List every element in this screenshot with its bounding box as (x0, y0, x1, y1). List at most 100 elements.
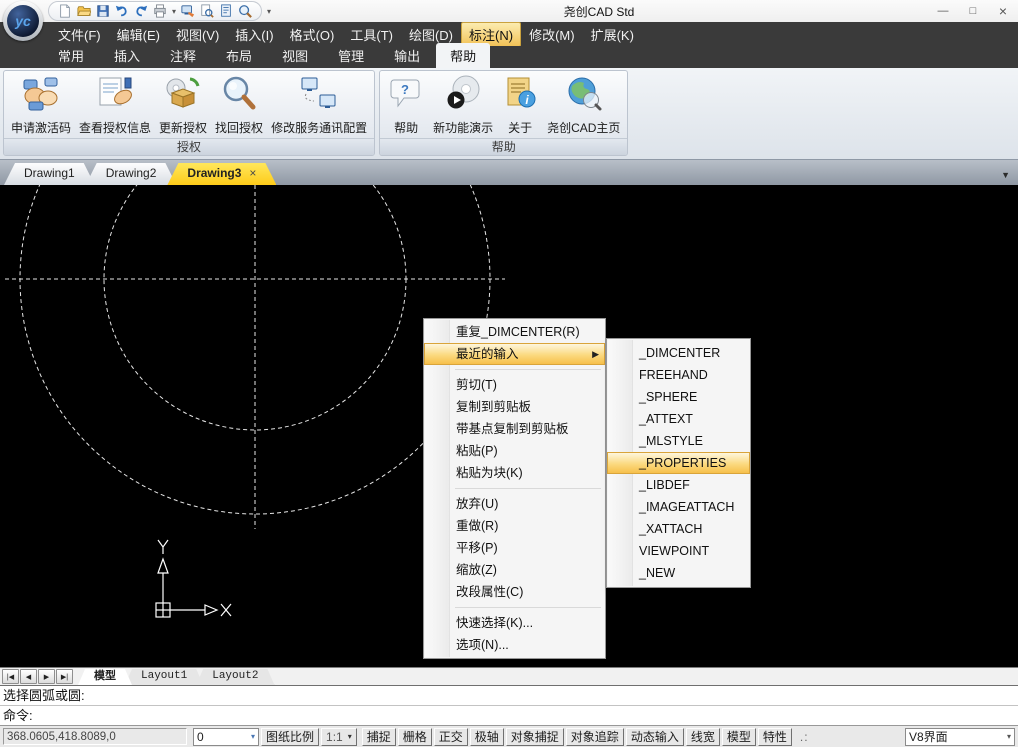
drawing-tab[interactable]: Drawing2 (86, 163, 177, 185)
about-button[interactable]: i 关于 (497, 72, 543, 138)
scale-dropdown[interactable]: 1:1 ▾ (321, 728, 357, 746)
submenu-item[interactable]: _IMAGEATTACH (607, 496, 750, 518)
coordinates-readout[interactable]: 368.0605,418.8089,0 (3, 728, 187, 745)
context-menu-item[interactable]: 粘贴(P) (424, 440, 605, 462)
print-dropdown-icon[interactable]: ▾ (172, 7, 176, 16)
submenu-item[interactable]: _NEW (607, 562, 750, 584)
submenu-item[interactable]: FREEHAND (607, 364, 750, 386)
submenu-item[interactable]: VIEWPOINT (607, 540, 750, 562)
preview-icon[interactable] (200, 4, 214, 18)
minimize-button[interactable]: — (928, 1, 958, 22)
app-logo[interactable]: yc (3, 1, 43, 41)
print-icon[interactable] (153, 4, 167, 18)
submenu-item[interactable]: _XATTACH (607, 518, 750, 540)
demo-disc-icon (444, 75, 482, 113)
submenu-item[interactable]: _DIMCENTER (607, 342, 750, 364)
homepage-button[interactable]: 尧创CAD主页 (543, 72, 624, 138)
menu-item[interactable]: 扩展(K) (583, 22, 642, 47)
chevron-down-icon: ▾ (1007, 732, 1011, 741)
chevron-down-icon: ▾ (251, 732, 255, 741)
context-menu-item[interactable]: 快速选择(K)... (424, 612, 605, 634)
submenu-item[interactable]: _ATTEXT (607, 408, 750, 430)
ribbon-tab[interactable]: 输出 (380, 43, 434, 68)
tab-nav-button[interactable]: |◀ (2, 669, 19, 684)
toolbar-more-icon[interactable]: ▾ (267, 7, 271, 16)
view-license-button[interactable]: 查看授权信息 (75, 72, 155, 138)
new-file-icon[interactable] (58, 4, 72, 18)
ribbon-tab-bar: 常用插入注释布局视图管理输出帮助 (0, 46, 1018, 68)
tab-nav-button[interactable]: ▶| (56, 669, 73, 684)
status-toggle-button[interactable]: 正交 (434, 728, 468, 746)
close-button[interactable]: × (988, 1, 1018, 22)
ui-mode-dropdown[interactable]: V8界面 ▾ (905, 728, 1015, 746)
context-menu-item[interactable]: 最近的输入▶ (424, 343, 605, 365)
layout-tab[interactable]: Layout2 (196, 669, 274, 685)
tab-close-icon[interactable]: × (249, 166, 256, 180)
submenu-item[interactable]: _PROPERTIES (607, 452, 750, 474)
submenu-item[interactable]: _LIBDEF (607, 474, 750, 496)
layout-tab[interactable]: Layout1 (125, 669, 203, 685)
layout-tab[interactable]: 模型 (78, 669, 132, 685)
status-toggle-button[interactable]: 栅格 (398, 728, 432, 746)
ribbon-tab[interactable]: 布局 (212, 43, 266, 68)
demo-button[interactable]: 新功能演示 (429, 72, 497, 138)
status-toggle-button[interactable]: 捕捉 (362, 728, 396, 746)
context-menu-item[interactable]: 平移(P) (424, 537, 605, 559)
ribbon-tab[interactable]: 插入 (100, 43, 154, 68)
context-menu-item[interactable]: 缩放(Z) (424, 559, 605, 581)
context-menu-item[interactable]: 选项(N)... (424, 634, 605, 656)
context-menu-item[interactable]: 放弃(U) (424, 493, 605, 515)
apply-activation-button[interactable]: 申请激活码 (7, 72, 75, 138)
ribbon-group-help: ? 帮助 新功能演示 i 关于 尧创CAD主页 帮助 (379, 70, 628, 156)
ribbon-tab[interactable]: 管理 (324, 43, 378, 68)
tab-nav-button[interactable]: ◀ (20, 669, 37, 684)
ribbon-tab[interactable]: 帮助 (436, 43, 490, 68)
status-toggle-button[interactable]: 对象捕捉 (506, 728, 564, 746)
maximize-button[interactable]: □ (958, 1, 988, 22)
status-toggle-button[interactable]: 动态输入 (626, 728, 684, 746)
context-menu-item[interactable]: 重做(R) (424, 515, 605, 537)
context-menu-item[interactable]: 改段属性(C) (424, 581, 605, 603)
save-icon[interactable] (96, 4, 110, 18)
undo-icon[interactable] (115, 4, 129, 18)
context-menu-item[interactable]: 剪切(T) (424, 374, 605, 396)
help-bubble-icon: ? (387, 75, 425, 113)
status-toggle-button[interactable]: 对象追踪 (566, 728, 624, 746)
recover-license-button[interactable]: 找回授权 (211, 72, 267, 138)
context-menu-item[interactable]: 复制到剪贴板 (424, 396, 605, 418)
drawing-tab[interactable]: Drawing3× (167, 163, 276, 185)
command-prompt-line[interactable]: 命令: (0, 706, 1018, 726)
button-label: 修改服务通讯配置 (271, 119, 367, 136)
menu-item[interactable]: 修改(M) (521, 22, 583, 47)
open-file-icon[interactable] (77, 4, 91, 18)
tab-overflow-icon[interactable]: ▼ (1001, 170, 1010, 180)
drawing-tab[interactable]: Drawing1 (4, 163, 95, 185)
redo-icon[interactable] (134, 4, 148, 18)
paper-scale-button[interactable]: 图纸比例 (261, 728, 319, 746)
ucs-icon (156, 540, 231, 617)
status-toggle-button[interactable]: 线宽 (686, 728, 720, 746)
redline-icon[interactable] (181, 4, 195, 18)
service-config-button[interactable]: 修改服务通讯配置 (267, 72, 371, 138)
ribbon-group-label: 帮助 (380, 138, 627, 155)
tab-nav-button[interactable]: ▶ (38, 669, 55, 684)
ribbon-tab[interactable]: 注释 (156, 43, 210, 68)
ribbon-tab[interactable]: 常用 (44, 43, 98, 68)
status-toggle-button[interactable]: 模型 (722, 728, 756, 746)
publish-icon[interactable] (219, 4, 233, 18)
status-toggle-button[interactable]: 极轴 (470, 728, 504, 746)
context-menu-item[interactable]: 粘贴为块(K) (424, 462, 605, 484)
submenu-item[interactable]: _MLSTYLE (607, 430, 750, 452)
layer-dropdown[interactable]: 0 ▾ (193, 728, 259, 746)
context-menu-item[interactable]: 重复_DIMCENTER(R) (424, 321, 605, 343)
network-icon (300, 75, 338, 113)
submenu-item[interactable]: _SPHERE (607, 386, 750, 408)
application-window: yc ▾ ▾ 尧创CAD Std — □ × 文件(F)编辑(E)视图(V)插入… (0, 0, 1018, 747)
ribbon-tab[interactable]: 视图 (268, 43, 322, 68)
status-toggle-button[interactable]: 特性 (758, 728, 792, 746)
update-license-button[interactable]: 更新授权 (155, 72, 211, 138)
zoom-icon[interactable] (238, 4, 252, 18)
command-line-panel[interactable]: 选择圆弧或圆: 命令: (0, 685, 1018, 725)
context-menu-item[interactable]: 带基点复制到剪贴板 (424, 418, 605, 440)
help-button[interactable]: ? 帮助 (383, 72, 429, 138)
